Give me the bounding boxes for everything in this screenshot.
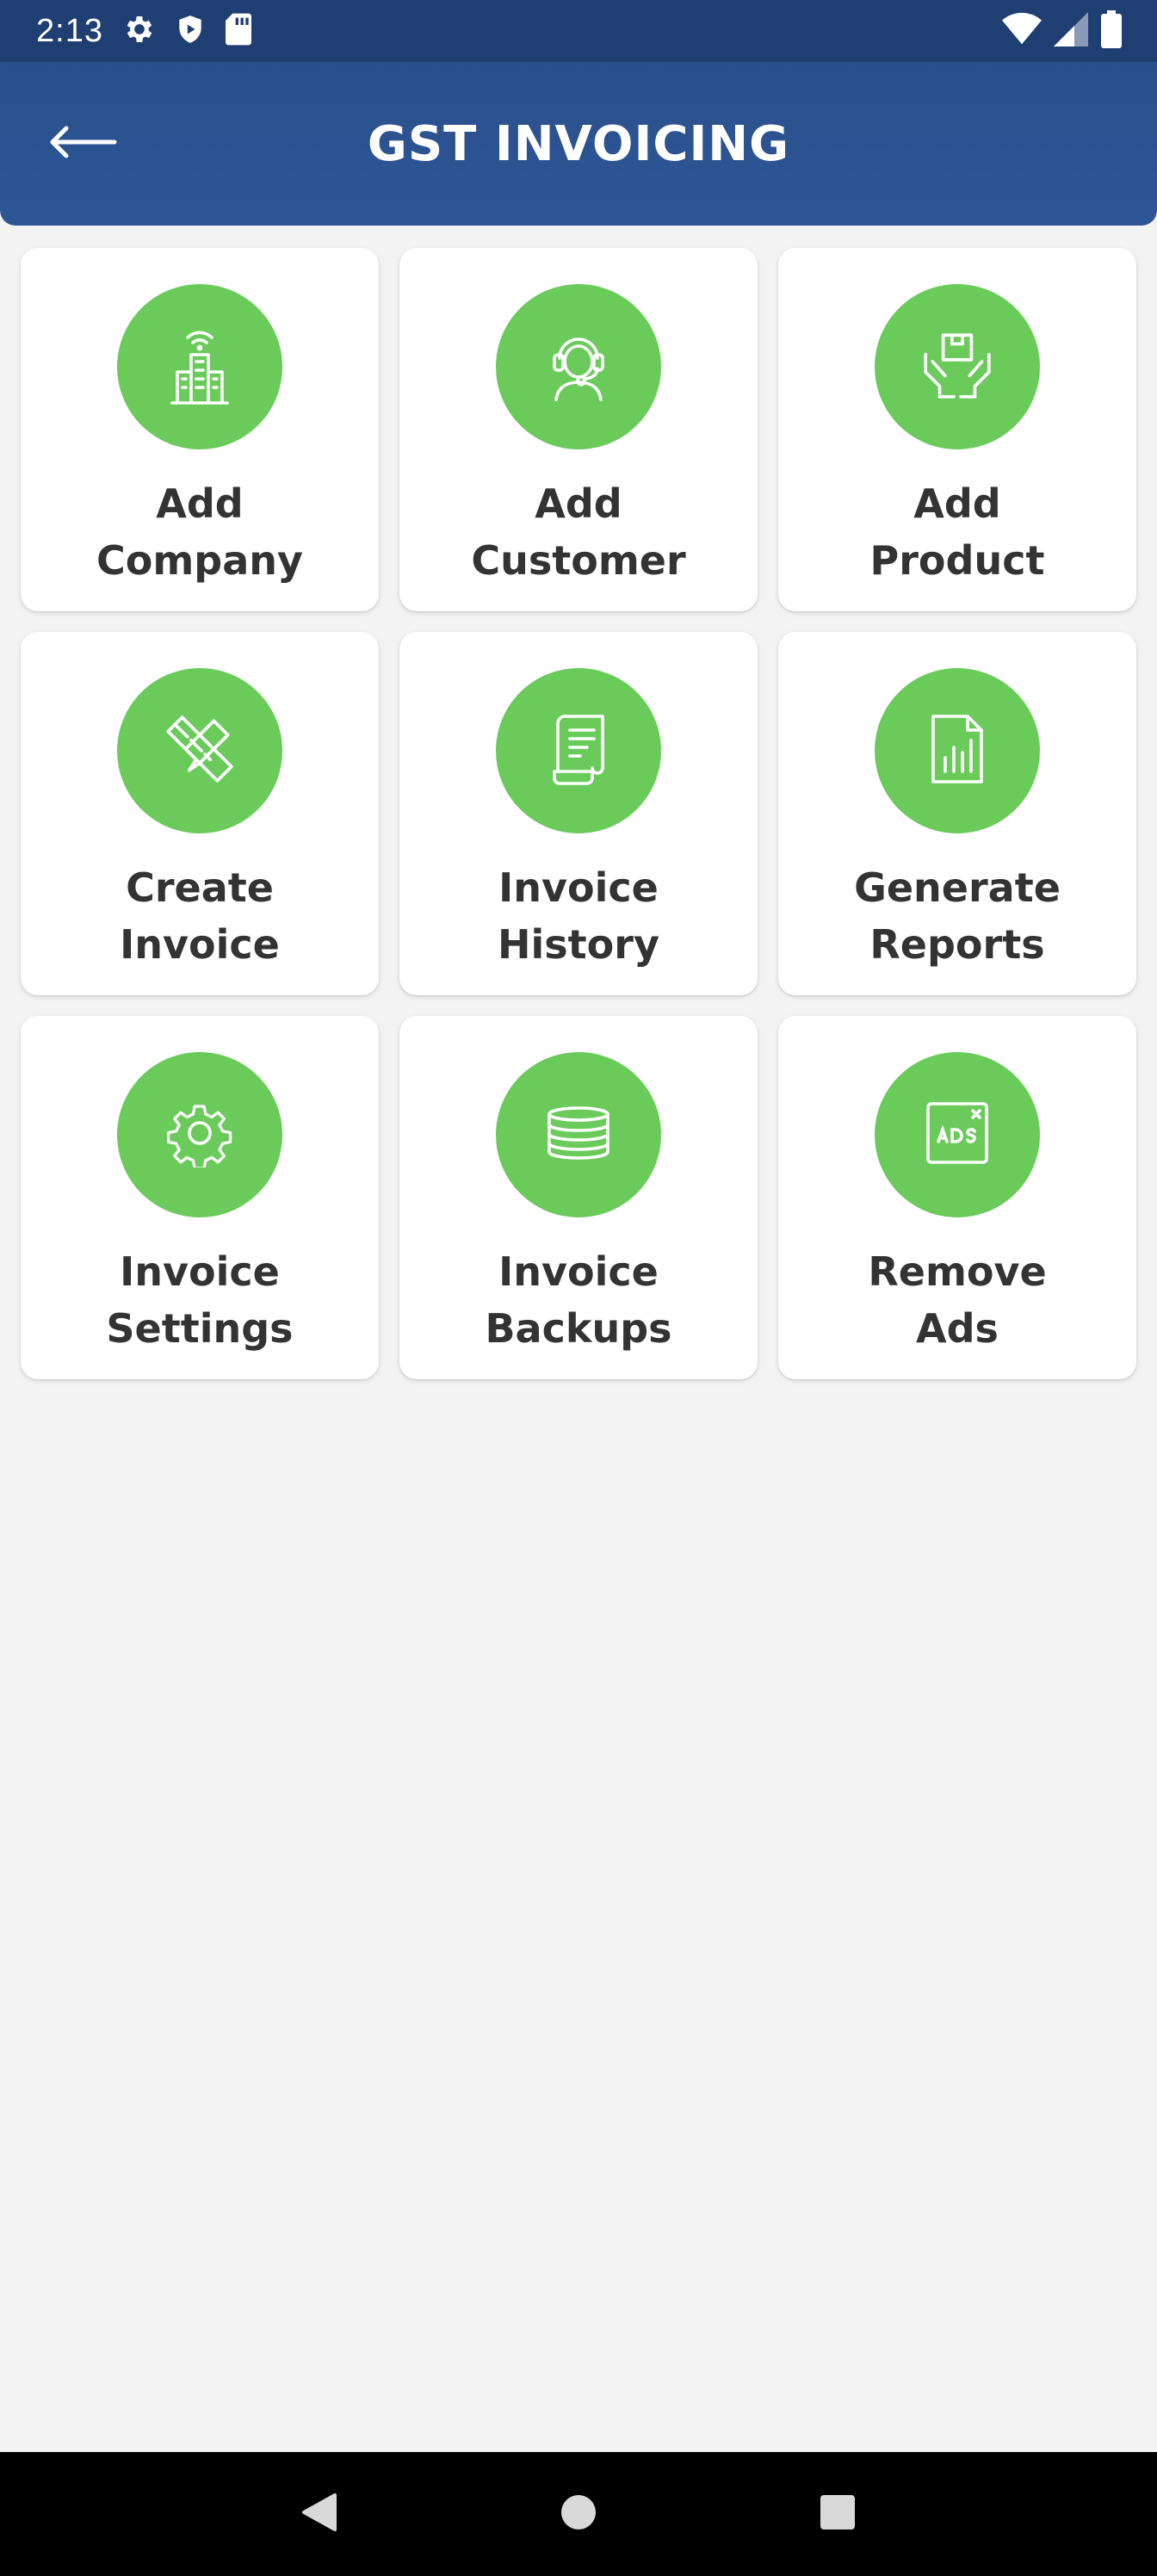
icon-circle — [117, 284, 282, 449]
recents-square-icon — [819, 2493, 857, 2535]
tile-label-line1: Create — [126, 864, 274, 911]
wifi-icon — [1002, 12, 1042, 50]
shield-play-icon — [174, 12, 207, 50]
invoice-history-tile[interactable]: Invoice History — [399, 632, 758, 995]
tile-label: Generate Reports — [854, 859, 1061, 973]
tile-label-line1: Add — [913, 480, 1001, 527]
back-triangle-icon — [300, 2492, 338, 2536]
tile-label: Add Product — [870, 475, 1045, 589]
status-right — [1002, 10, 1123, 52]
create-invoice-tile[interactable]: Create Invoice — [21, 632, 379, 995]
tile-label-line2: Settings — [106, 1305, 294, 1352]
tile-label-line2: Invoice — [120, 921, 280, 968]
tile-label-line2: Ads — [916, 1305, 999, 1352]
product-box-hands-icon — [919, 329, 996, 405]
tile-label-line2: Product — [869, 537, 1045, 584]
gear-icon — [165, 1099, 234, 1171]
tile-label-line2: Company — [96, 537, 303, 584]
nav-back-button[interactable] — [285, 2480, 354, 2548]
nav-home-button[interactable] — [544, 2480, 613, 2548]
tile-label: Invoice History — [498, 859, 659, 973]
screen: 2:13 GST INVOICING Add Company Add Custo… — [0, 0, 1157, 2576]
invoice-settings-tile[interactable]: Invoice Settings — [21, 1016, 379, 1379]
app-bar: GST INVOICING — [0, 62, 1157, 226]
back-button[interactable] — [45, 105, 122, 183]
tile-label-line1: Invoice — [498, 864, 659, 911]
tile-label-line1: Add — [156, 480, 244, 527]
customer-support-icon — [546, 327, 611, 406]
add-customer-tile[interactable]: Add Customer — [399, 248, 758, 611]
tile-label: Add Customer — [471, 475, 685, 589]
tile-label: Remove Ads — [868, 1243, 1046, 1357]
arrow-left-icon — [49, 125, 118, 163]
icon-circle — [496, 284, 661, 449]
tile-label-line2: Backups — [485, 1305, 672, 1352]
tile-label-line2: History — [498, 921, 659, 968]
invoice-backups-tile[interactable]: Invoice Backups — [399, 1016, 758, 1379]
building-icon — [165, 324, 234, 410]
tile-label: Add Company — [96, 475, 303, 589]
pen-ruler-icon — [161, 713, 238, 789]
tile-label-line1: Invoice — [120, 1248, 280, 1295]
icon-circle — [117, 1052, 282, 1217]
receipt-icon — [548, 713, 609, 789]
tile-label-line1: Generate — [854, 864, 1061, 911]
sd-card-icon — [224, 12, 253, 50]
tile-label: Invoice Backups — [485, 1243, 671, 1357]
add-product-tile[interactable]: Add Product — [778, 248, 1136, 611]
tile-label: Create Invoice — [120, 859, 280, 973]
icon-circle — [117, 668, 282, 833]
icon-circle — [496, 1052, 661, 1217]
icon-circle — [875, 668, 1040, 833]
tile-label-line1: Invoice — [498, 1248, 659, 1295]
icon-circle — [496, 668, 661, 833]
status-bar: 2:13 — [0, 0, 1157, 62]
status-notification-icons — [122, 12, 253, 50]
tile-label-line2: Customer — [471, 537, 686, 584]
tile-label-line1: Remove — [868, 1248, 1047, 1295]
status-left: 2:13 — [36, 12, 253, 50]
icon-circle — [875, 284, 1040, 449]
status-time: 2:13 — [36, 12, 103, 49]
database-stack-icon — [544, 1105, 613, 1164]
menu-grid: Add Company Add Customer Add Product Cre… — [21, 248, 1136, 1379]
home-circle-icon — [560, 2493, 597, 2535]
remove-ads-tile[interactable]: Remove Ads — [778, 1016, 1136, 1379]
gear-icon — [122, 12, 157, 50]
battery-icon — [1100, 10, 1123, 52]
ads-icon — [925, 1100, 990, 1169]
tile-label-line1: Add — [535, 480, 622, 527]
page-title: GST INVOICING — [367, 115, 790, 172]
system-nav-bar — [0, 2452, 1157, 2576]
icon-circle — [875, 1052, 1040, 1217]
tile-label: Invoice Settings — [106, 1243, 293, 1357]
report-chart-icon — [928, 713, 987, 789]
signal-icon — [1054, 12, 1088, 50]
add-company-tile[interactable]: Add Company — [21, 248, 379, 611]
nav-recents-button[interactable] — [803, 2480, 872, 2548]
tile-label-line2: Reports — [869, 921, 1045, 968]
generate-reports-tile[interactable]: Generate Reports — [778, 632, 1136, 995]
